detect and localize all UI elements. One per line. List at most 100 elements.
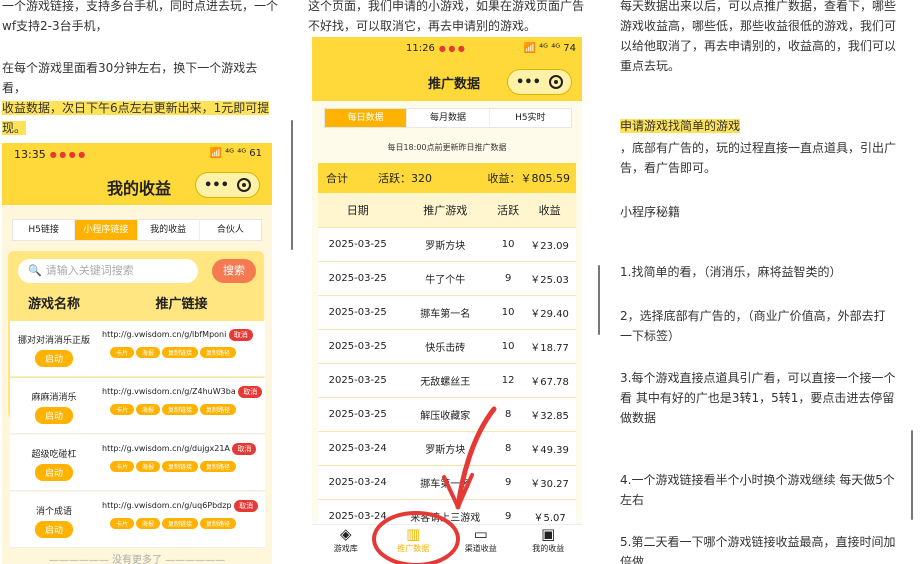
search-input[interactable]: 🔍 请输入关键词搜索 <box>18 259 198 283</box>
copy-path-button[interactable]: 复制路径 <box>200 347 237 358</box>
text-line: 做数据 <box>620 411 657 425</box>
game-row: 麻麻消消乐 启动 http://g.vwisdom.cn/g/Z4huW3ba 取… <box>10 378 265 434</box>
game-link[interactable]: http://g.vwisdom.cn/g/lbfMponi <box>102 330 226 339</box>
card-button[interactable]: 卡片 <box>110 518 135 529</box>
game-name: 挪对对消消乐正版 <box>17 336 90 346</box>
middle-article: 这个页面，我们申请的小游戏，如果在游戏页面广告 不好找，可以取消它，再去申请别的… <box>306 0 596 564</box>
search-button[interactable]: 搜索 <box>212 259 256 283</box>
col-game-name: 游戏名称 <box>27 297 80 312</box>
highlight-text: 收益数据，次日下午6点左右更新出来，1元即可提 <box>2 101 270 115</box>
tab-h5-link[interactable]: H5链接 <box>13 220 76 240</box>
game-link[interactable]: http://g.vwisdom.cn/g/uq6Pbdzp <box>102 501 232 510</box>
search-placeholder: 请输入关键词搜索 <box>45 264 134 277</box>
text-line: 看， <box>2 81 27 95</box>
text-line: 在每个游戏里面看30分钟左右，换下一个游戏去 <box>2 61 258 75</box>
tip-3: 3.每个游戏直接点道具引广看，可以直接一个接一个 看 其中有好的广也是3转1，5… <box>620 368 915 428</box>
left-paragraph-3: 收益数据，次日下午6点左右更新出来，1元即可提 现。 <box>2 98 290 138</box>
highlight-text: 申请游戏找简单的游戏 <box>620 119 741 133</box>
poster-button[interactable]: 海报 <box>136 347 161 358</box>
scrollbar[interactable] <box>598 265 600 335</box>
game-row: 挪对对消消乐正版启动 http://g.vwisdom.cn/g/lbfMpon… <box>10 321 265 377</box>
text-line: ，底部有广告的，玩的过程直接一直点道具，引出广 <box>620 141 897 155</box>
cancel-button[interactable]: 取消 <box>228 329 253 341</box>
start-button[interactable]: 启动 <box>34 464 73 481</box>
poster-button[interactable]: 海报 <box>136 404 161 415</box>
text-line: 一下标签） <box>620 329 681 343</box>
game-link-cell: http://g.vwisdom.cn/g/uq6Pbdzp 取消 卡片 海报 复制… <box>98 492 265 547</box>
copy-link-button[interactable]: 复制链接 <box>162 404 199 415</box>
right-paragraph-1: 每天数据出来以后，可以点推广数据，查看下，哪些 游戏收益高，哪些低，那些收益很低… <box>620 0 915 76</box>
red-annotation <box>372 406 497 564</box>
tab-miniprogram-link[interactable]: 小程序链接 <box>75 220 138 240</box>
copy-link-button[interactable]: 复制链接 <box>162 461 199 472</box>
game-name-cell: 超级吃碰杠 启动 <box>10 435 98 490</box>
game-link-cell: http://g.vwisdom.cn/g/lbfMponi 取消 卡片 海报 复制… <box>98 321 265 376</box>
search-icon: 🔍 <box>28 264 42 277</box>
left-paragraph-2: 在每个游戏里面看30分钟左右，换下一个游戏去 看， <box>2 58 290 98</box>
tip-2: 2，选择底部有广告的，（商业广价值高，外部去打 一下标签） <box>620 306 915 346</box>
mid-paragraph: 这个页面，我们申请的小游戏，如果在游戏页面广告 不好找，可以取消它，再去申请别的… <box>308 0 596 36</box>
text-line: 左右 <box>620 493 645 507</box>
scrollbar[interactable] <box>911 430 913 520</box>
copy-link-button[interactable]: 复制链接 <box>162 347 199 358</box>
game-link-cell: http://g.vwisdom.cn/g/dujgx21A 取消 卡片 海报 复制… <box>98 435 265 490</box>
scrollbar[interactable] <box>291 120 293 250</box>
text-line: 以给他取消了，再去申请别的，收益高的，我们可以 <box>620 39 897 53</box>
start-button[interactable]: 启动 <box>34 350 73 367</box>
card-button[interactable]: 卡片 <box>110 404 135 415</box>
text-line: 游戏收益高，哪些低，那些收益很低的游戏，我们可 <box>620 19 897 33</box>
phone-screenshot-income: 13:35 ● ● ● ● 📶 ⁴ᴳ ⁴ᴳ 61 我的收益 ••• H5链接 小… <box>2 143 272 564</box>
cancel-button[interactable]: 取消 <box>232 443 257 455</box>
text-line: 告，看广告即可。 <box>620 161 717 175</box>
table-header: 游戏名称 推广链接 <box>10 291 265 319</box>
status-time: 13:35 ● ● ● ● <box>14 148 85 161</box>
tab-partner[interactable]: 合伙人 <box>200 220 261 240</box>
more-icon[interactable]: ••• <box>204 178 229 193</box>
game-name-cell: 麻麻消消乐 启动 <box>10 378 98 433</box>
text-line: 倍做 <box>620 555 645 564</box>
cancel-button[interactable]: 取消 <box>234 500 259 512</box>
no-more-text: —————— 没有更多了 —————— <box>48 555 226 564</box>
game-link[interactable]: http://g.vwisdom.cn/g/dujgx21A <box>102 444 230 453</box>
game-row: 消个成语启动 http://g.vwisdom.cn/g/uq6Pbdzp 取消… <box>10 492 265 548</box>
tab-my-income[interactable]: 我的收益 <box>138 220 200 240</box>
cancel-button[interactable]: 取消 <box>238 386 263 398</box>
start-button[interactable]: 启动 <box>34 407 73 424</box>
text-line: 看 其中有好的广也是3转1，5转1，要点击进去停留 <box>620 391 895 405</box>
time-text: 13:35 <box>14 148 46 161</box>
tip-5: 5.第二天看一下哪个游戏链接收益最高，直接时间加 倍做 <box>620 532 915 564</box>
copy-path-button[interactable]: 复制路径 <box>200 518 237 529</box>
game-name: 超级吃碰杠 <box>31 450 77 460</box>
poster-button[interactable]: 海报 <box>136 518 161 529</box>
text-line: 一个游戏链接，支持多台手机，同时点进去玩，一个 <box>2 0 279 13</box>
text-line: 不好找，可以取消它，再去申请别的游戏。 <box>308 19 537 33</box>
text-line: 3.每个游戏直接点道具引广看，可以直接一个接一个 <box>620 371 896 385</box>
page-title: 我的收益 <box>107 179 172 198</box>
game-name-cell: 挪对对消消乐正版启动 <box>10 321 98 376</box>
copy-path-button[interactable]: 复制路径 <box>200 404 237 415</box>
no-more-label: 没有更多了 <box>112 555 162 564</box>
copy-path-button[interactable]: 复制路径 <box>200 461 237 472</box>
game-link[interactable]: http://g.vwisdom.cn/g/Z4huW3ba <box>102 387 236 396</box>
card-button[interactable]: 卡片 <box>110 347 135 358</box>
start-button[interactable]: 启动 <box>34 521 73 538</box>
copy-link-button[interactable]: 复制链接 <box>162 518 199 529</box>
right-heading-2: 小程序秘籍 <box>620 205 681 219</box>
card-button[interactable]: 卡片 <box>110 461 135 472</box>
poster-button[interactable]: 海报 <box>136 461 161 472</box>
capsule-menu[interactable]: ••• <box>195 172 260 198</box>
text-line: 这个页面，我们申请的小游戏，如果在游戏页面广告 <box>308 0 585 13</box>
game-name: 消个成语 <box>35 507 72 517</box>
game-name-cell: 消个成语 启动 <box>10 492 98 547</box>
notification-icons: ● ● ● ● <box>49 150 86 159</box>
right-heading-1: 申请游戏找简单的游戏 <box>620 116 915 136</box>
highlight-text: 现。 <box>2 121 27 135</box>
close-mini-icon[interactable] <box>236 178 251 192</box>
text-line: 每天数据出来以后，可以点推广数据，查看下，哪些 <box>620 0 897 13</box>
text-line: 4.一个游戏链接看半个小时换个游戏继续 每天做5个 <box>620 473 895 487</box>
right-article: 每天数据出来以后，可以点推广数据，查看下，哪些 游戏收益高，哪些低，那些收益很低… <box>608 0 918 564</box>
game-row: 超级吃碰杠启动 http://g.vwisdom.cn/g/dujgx21A 取… <box>10 435 265 491</box>
text-line: 重点去玩。 <box>620 59 681 73</box>
status-right: 📶 ⁴ᴳ ⁴ᴳ 61 <box>209 148 263 159</box>
left-paragraph-1: 一个游戏链接，支持多台手机，同时点进去玩，一个 wf支持2-3台手机， <box>2 0 290 36</box>
